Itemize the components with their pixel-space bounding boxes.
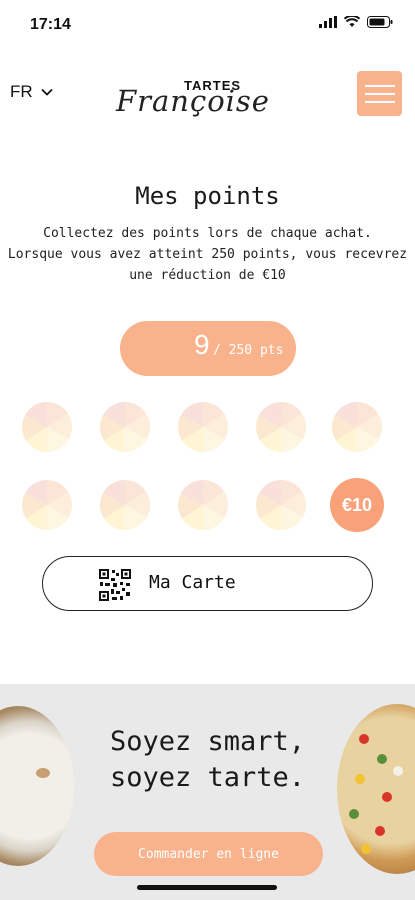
wifi-icon: [344, 16, 360, 27]
banner-headline: Soyez smart, soyez tarte.: [0, 724, 415, 796]
battery-icon: [367, 16, 393, 28]
qr-code-icon: [99, 569, 131, 601]
my-card-button[interactable]: Ma Carte: [42, 556, 373, 611]
status-bar: 17:14: [0, 0, 415, 50]
description-line: une réduction de €10: [129, 268, 286, 283]
points-current: 9: [194, 329, 210, 360]
hamburger-menu-button[interactable]: [357, 71, 402, 116]
page-title: Mes points: [135, 182, 280, 210]
progress-slice: [256, 480, 306, 530]
signal-icon: [319, 16, 337, 28]
language-label: FR: [10, 82, 33, 101]
progress-slice: [178, 480, 228, 530]
hamburger-menu-icon: [364, 84, 395, 87]
promo-banner: Soyez smart, soyez tarte. Commander en l…: [0, 684, 415, 900]
progress-slice: [100, 402, 150, 452]
progress-slice: [100, 480, 150, 530]
status-icons: [319, 16, 393, 28]
progress-slice: [256, 402, 306, 452]
banner-line: soyez tarte.: [109, 762, 306, 793]
banner-line: Soyez smart,: [109, 726, 306, 757]
brand-logo[interactable]: TARTES Françoise: [116, 76, 301, 120]
points-counter: 9 / 250 pts: [120, 321, 296, 376]
points-description: Collectez des points lors de chaque acha…: [0, 223, 415, 286]
progress-slice: [332, 402, 382, 452]
points-total: / 250 pts: [213, 343, 284, 358]
description-line: Collectez des points lors de chaque acha…: [43, 226, 372, 241]
chevron-down-icon: [41, 88, 53, 96]
logo-script-text: Françoise: [116, 84, 270, 118]
my-card-label: Ma Carte: [149, 572, 236, 593]
language-selector[interactable]: FR: [10, 82, 53, 102]
order-online-button[interactable]: Commander en ligne: [94, 832, 323, 876]
description-line: Lorsque vous avez atteint 250 points, vo…: [7, 247, 408, 262]
progress-slice: [178, 402, 228, 452]
progress-slice: [22, 480, 72, 530]
home-indicator: [137, 885, 277, 890]
progress-slice: [22, 402, 72, 452]
reward-badge: €10: [330, 478, 384, 532]
status-time: 17:14: [30, 16, 71, 33]
progress-grid: €10: [20, 402, 400, 542]
